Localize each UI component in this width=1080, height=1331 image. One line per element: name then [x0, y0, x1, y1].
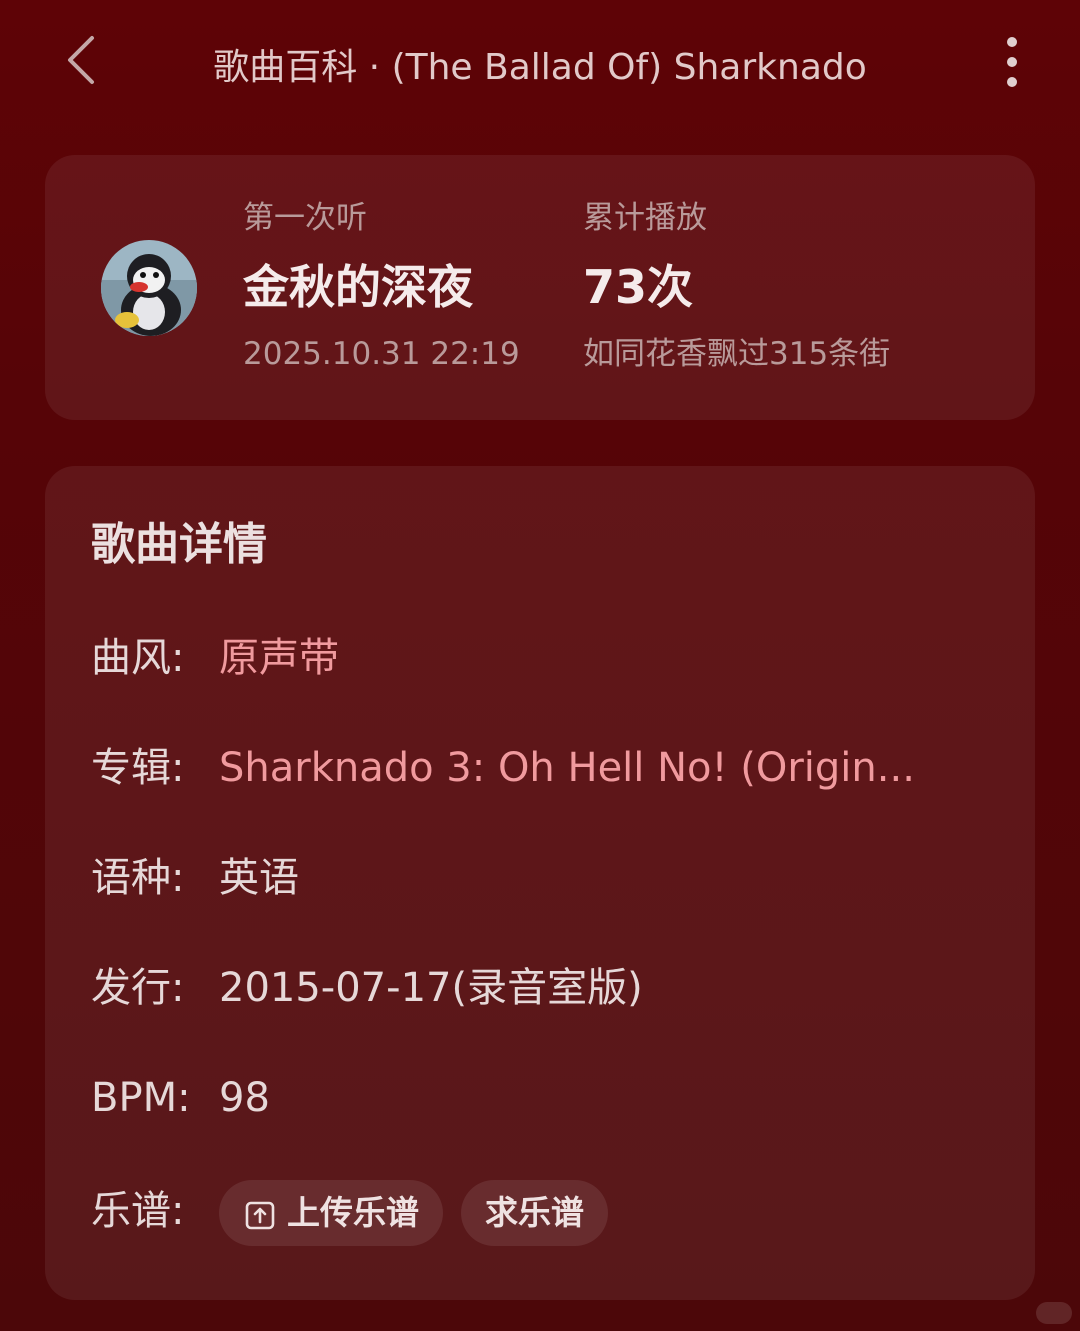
song-details-card: 歌曲详情 曲风: 原声带 专辑: Sharknado 3: Oh Hell No! …: [45, 466, 1035, 1300]
first-listen-label: 第一次听: [243, 200, 367, 236]
album-row: 专辑: Sharknado 3: Oh Hell No! (Origin...: [91, 738, 915, 798]
total-plays-block: 累计播放 73次 如同花香飘过315条街: [583, 195, 890, 377]
more-vertical-icon: [1007, 37, 1017, 87]
back-button[interactable]: [56, 28, 112, 92]
page-title: 歌曲百科 · (The Ballad Of) Sharknado: [213, 47, 867, 88]
release-row: 发行: 2015-07-17(录音室版): [91, 958, 643, 1018]
total-plays-value: 73次: [583, 260, 694, 314]
language-value: 英语: [219, 855, 299, 901]
sheet-music-row: 乐谱: 上传乐谱 求乐谱: [91, 1180, 608, 1246]
genre-row: 曲风: 原声带: [91, 628, 339, 688]
language-row: 语种: 英语: [91, 848, 299, 908]
first-listen-datetime: 2025.10.31 22:19: [243, 336, 520, 372]
sheet-music-key: 乐谱:: [91, 1188, 185, 1234]
genre-link[interactable]: 原声带: [219, 635, 339, 681]
song-details-heading: 歌曲详情: [91, 519, 267, 570]
release-key: 发行:: [91, 965, 185, 1011]
chevron-left-icon: [68, 36, 94, 84]
upload-icon: [243, 1198, 277, 1232]
avatar[interactable]: [101, 240, 197, 336]
upload-sheet-music-button[interactable]: 上传乐谱: [219, 1180, 443, 1246]
request-sheet-music-button[interactable]: 求乐谱: [461, 1180, 608, 1246]
release-value: 2015-07-17(录音室版): [219, 965, 643, 1011]
listen-stats-card: 第一次听 金秋的深夜 2025.10.31 22:19 累计播放 73次 如同花…: [45, 155, 1035, 420]
more-options-button[interactable]: [990, 30, 1034, 94]
bpm-value: 98: [219, 1075, 270, 1121]
total-plays-caption: 如同花香飘过315条街: [583, 336, 891, 372]
language-key: 语种:: [91, 855, 185, 901]
penguin-avatar-image: [101, 240, 197, 336]
bpm-key: BPM:: [91, 1075, 191, 1121]
genre-key: 曲风:: [91, 635, 185, 681]
album-key: 专辑:: [91, 745, 185, 791]
album-link[interactable]: Sharknado 3: Oh Hell No! (Origin...: [219, 745, 915, 791]
watermark-badge: [1036, 1302, 1072, 1324]
top-bar: 歌曲百科 · (The Ballad Of) Sharknado: [0, 0, 1080, 125]
request-sheet-music-label: 求乐谱: [485, 1193, 584, 1232]
total-plays-label: 累计播放: [583, 200, 707, 236]
first-listen-block: 第一次听 金秋的深夜 2025.10.31 22:19: [243, 195, 520, 377]
bpm-row: BPM: 98: [91, 1068, 270, 1128]
first-listen-value: 金秋的深夜: [243, 260, 473, 314]
upload-sheet-music-label: 上传乐谱: [287, 1193, 419, 1232]
